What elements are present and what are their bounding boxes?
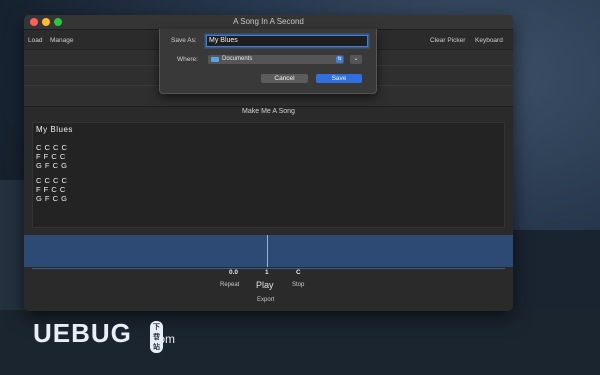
song-line: G F C G bbox=[36, 194, 68, 203]
song-line: C C C C bbox=[36, 176, 68, 185]
title-bar: A Song In A Second bbox=[24, 15, 513, 30]
stop-button[interactable]: Stop bbox=[292, 282, 304, 288]
cancel-button[interactable]: Cancel bbox=[261, 74, 308, 83]
export-button[interactable]: Export bbox=[257, 297, 274, 303]
save-dialog: Save As: My Blues Where: Documents ⇅ ⌄ C… bbox=[159, 29, 377, 94]
window-title: A Song In A Second bbox=[233, 17, 304, 26]
repeat-value: 0.0 bbox=[229, 269, 239, 276]
chevron-down-icon: ⌄ bbox=[353, 56, 359, 62]
watermark-suffix: .com bbox=[149, 332, 176, 346]
keyboard-button[interactable]: Keyboard bbox=[475, 37, 503, 44]
save-button[interactable]: Save bbox=[316, 74, 362, 83]
song-line: G F C G bbox=[36, 161, 68, 170]
watermark-brand: UEBUG bbox=[33, 318, 132, 348]
song-title: My Blues bbox=[36, 125, 73, 134]
save-as-label: Save As: bbox=[171, 37, 197, 44]
expand-dialog-button[interactable]: ⌄ bbox=[350, 55, 362, 64]
stop-value: C bbox=[296, 269, 301, 276]
song-line: C C C C bbox=[36, 143, 68, 152]
folder-icon bbox=[211, 57, 219, 62]
manage-button[interactable]: Manage bbox=[50, 37, 74, 44]
song-line: F F C C bbox=[36, 185, 66, 194]
song-line: F F C C bbox=[36, 152, 66, 161]
playhead[interactable] bbox=[267, 235, 268, 267]
select-arrows-icon: ⇅ bbox=[336, 56, 343, 63]
where-label: Where: bbox=[177, 56, 198, 63]
repeat-button[interactable]: Repeat bbox=[220, 282, 239, 288]
load-button[interactable]: Load bbox=[28, 37, 42, 44]
play-button[interactable]: Play bbox=[256, 280, 274, 290]
play-value: 1 bbox=[265, 269, 269, 276]
waveform-track[interactable] bbox=[24, 235, 513, 267]
location-value: Documents bbox=[222, 56, 253, 62]
make-song-title: Make Me A Song bbox=[242, 108, 295, 115]
clear-picker-button[interactable]: Clear Picker bbox=[430, 37, 465, 44]
location-select[interactable]: Documents ⇅ bbox=[208, 55, 344, 64]
filename-field[interactable]: My Blues bbox=[206, 35, 368, 47]
song-text-area[interactable]: My Blues C C C C F F C C G F C G C C C C… bbox=[32, 122, 505, 228]
